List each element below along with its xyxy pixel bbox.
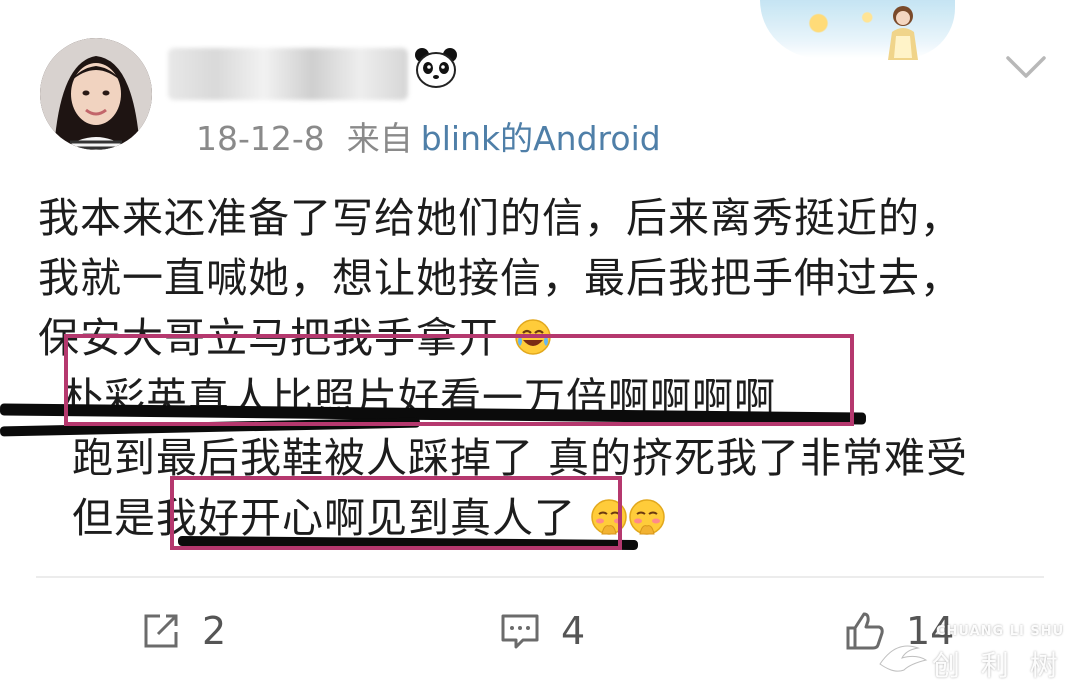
repost-button[interactable]: 2 (138, 606, 226, 656)
post-line: 我就一直喊她，想让她接信，最后我把手伸过去， (38, 254, 962, 302)
share-icon (144, 614, 178, 648)
comment-icon (501, 614, 539, 649)
avatar[interactable] (40, 38, 152, 150)
repost-count: 2 (202, 609, 227, 653)
annotation-highlight-box (64, 334, 854, 426)
chevron-down-icon[interactable] (1004, 52, 1048, 82)
annotation-highlight-box (170, 476, 622, 550)
watermark-logo-icon (879, 645, 928, 677)
panda-icon (415, 48, 457, 88)
username-blurred (168, 48, 408, 100)
weibo-post: 18-12-8 来自 blink的Android 我本来还准备了写给她们的信，后来离… (0, 0, 1080, 689)
post-line: 我本来还准备了写给她们的信，后来离秀挺近的， (38, 194, 962, 242)
shy-emoji-icon (629, 499, 665, 535)
comment-count: 4 (561, 609, 586, 653)
post-meta: 18-12-8 来自 blink的Android (196, 112, 661, 160)
watermark: CHUANG LI SHU 创 利 树 (876, 618, 1080, 689)
watermark-subtitle: 创 利 树 (932, 649, 1064, 682)
illustration-girl-icon (888, 6, 918, 60)
post-date: 18-12-8 (196, 119, 325, 158)
decorative-banner (760, 0, 955, 58)
avatar-image (40, 38, 152, 150)
comment-button[interactable]: 4 (497, 606, 585, 656)
watermark-title: CHUANG LI SHU (936, 624, 1065, 639)
source-link[interactable]: blink的Android (421, 119, 661, 158)
source-label: 来自 (346, 119, 413, 158)
divider (36, 576, 1044, 578)
